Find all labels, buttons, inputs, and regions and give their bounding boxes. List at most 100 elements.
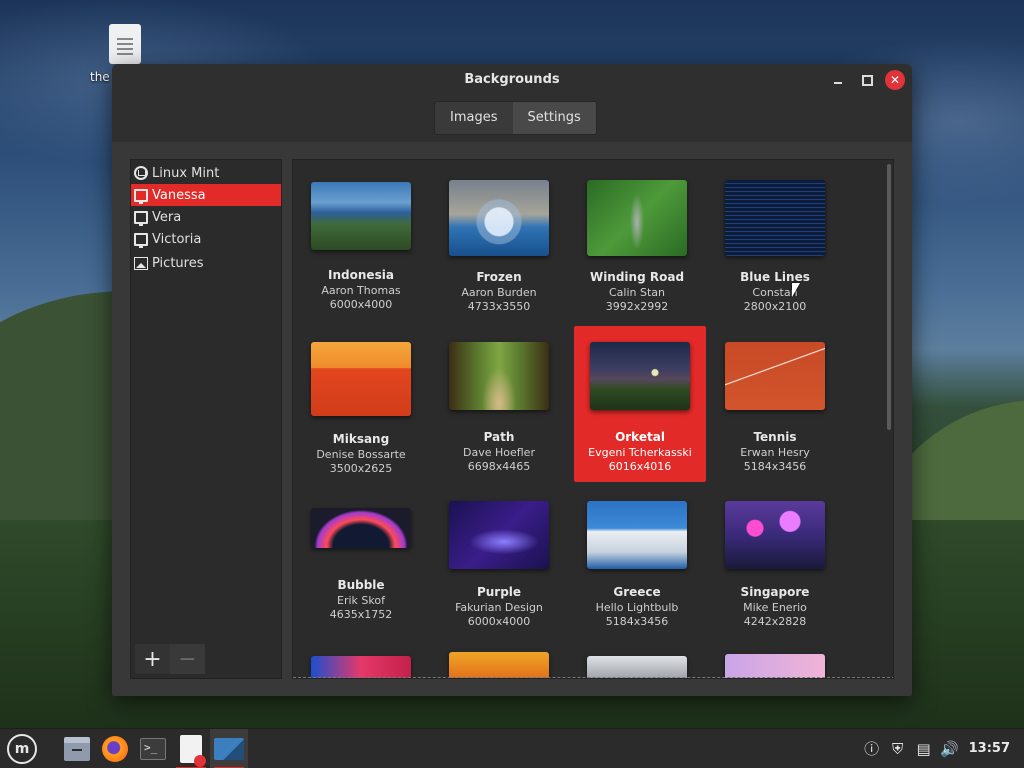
background-thumbnail — [725, 180, 825, 256]
background-author: Mike Enerio — [743, 601, 807, 614]
background-tile-tennis[interactable]: Tennis Erwan Hesry 5184x3456 — [709, 326, 841, 481]
background-tile-bubble[interactable]: Bubble Erik Skof 4635x1752 — [295, 490, 427, 645]
add-folder-button[interactable]: + — [135, 644, 170, 674]
volume-icon[interactable]: 🔊 — [937, 736, 963, 762]
backgrounds-window: Backgrounds ✕ Images Settings Linux Mint… — [112, 64, 912, 696]
sidebar-item-label: Vanessa — [152, 187, 206, 203]
grid-scrollbar[interactable] — [887, 164, 891, 430]
close-button[interactable]: ✕ — [885, 70, 905, 90]
background-dimensions: 2800x2100 — [743, 300, 807, 313]
background-thumbnail — [587, 501, 687, 569]
background-author: Denise Bossarte — [316, 448, 406, 461]
background-tile-purple[interactable]: Purple Fakurian Design 6000x4000 — [433, 490, 565, 645]
background-name: Indonesia — [328, 268, 394, 282]
files-launcher[interactable] — [58, 729, 96, 768]
terminal-launcher[interactable]: >_ — [134, 729, 172, 768]
window-title: Backgrounds — [464, 72, 560, 87]
monitor-icon — [134, 188, 148, 204]
background-dimensions: 5184x3456 — [605, 615, 669, 628]
network-icon[interactable]: ▤ — [911, 736, 937, 762]
pictures-folder-icon — [134, 256, 148, 270]
background-tile-frozen[interactable]: Frozen Aaron Burden 4733x3550 — [433, 160, 565, 315]
sidebar-item-pictures[interactable]: Pictures — [131, 252, 281, 274]
background-thumbnail — [725, 342, 825, 410]
sidebar-item-label: Vera — [152, 209, 182, 225]
background-tile-path[interactable]: Path Dave Hoefler 6698x4465 — [433, 326, 565, 481]
sidebar-item-vanessa[interactable]: Vanessa — [131, 184, 281, 206]
background-tile-miksang[interactable]: Miksang Denise Bossarte 3500x2625 — [295, 326, 427, 481]
background-name: Singapore — [740, 585, 810, 599]
background-author: Erik Skof — [337, 594, 385, 607]
background-name: Orketal — [615, 430, 665, 444]
background-dimensions: 4635x1752 — [329, 608, 393, 621]
background-dimensions: 3992x2992 — [605, 300, 669, 313]
sidebar-item-label: Victoria — [152, 231, 202, 247]
background-dimensions: 4242x2828 — [743, 615, 807, 628]
remove-folder-button[interactable]: − — [170, 644, 205, 674]
background-dimensions: 6000x4000 — [329, 298, 393, 311]
background-dimensions: 5184x3456 — [743, 460, 807, 473]
background-tile-greece[interactable]: Greece Hello Lightbulb 5184x3456 — [571, 490, 703, 645]
background-name: Miksang — [332, 432, 390, 446]
main-menu-button[interactable]: m — [0, 729, 44, 768]
shield-icon[interactable]: ⛨ — [885, 736, 911, 762]
background-name: Greece — [613, 585, 661, 599]
background-author: Aaron Thomas — [321, 284, 401, 297]
background-dimensions: 3500x2625 — [329, 462, 393, 475]
background-thumbnail[interactable] — [725, 654, 825, 678]
tab-images[interactable]: Images — [435, 102, 513, 134]
background-dimensions: 6000x4000 — [467, 615, 531, 628]
background-thumbnail[interactable] — [311, 656, 411, 678]
background-tile-indonesia[interactable]: Indonesia Aaron Thomas 6000x4000 — [295, 160, 427, 315]
background-name: Winding Road — [589, 270, 685, 284]
background-thumbnail[interactable] — [449, 652, 549, 678]
maximize-button[interactable] — [857, 70, 877, 90]
background-author: Constan — [752, 286, 798, 299]
close-icon: ✕ — [889, 73, 901, 87]
background-thumbnail — [311, 508, 411, 548]
sidebar-item-victoria[interactable]: Victoria — [131, 228, 281, 250]
background-name: Bubble — [337, 578, 385, 592]
background-thumbnail — [311, 182, 411, 250]
background-author: Aaron Burden — [461, 286, 537, 299]
background-name: Purple — [476, 585, 522, 599]
taskbar-panel: m >_ ⓘ ⛨ ▤ 🔊 13:57 — [0, 728, 1024, 768]
background-author: Evgeni Tcherkasski — [588, 446, 692, 459]
firefox-icon — [102, 735, 128, 762]
linux-mint-menu-icon: m — [7, 733, 37, 764]
background-dimensions: 6016x4016 — [608, 460, 672, 473]
background-dimensions: 4733x3550 — [467, 300, 531, 313]
background-thumbnail — [449, 180, 549, 256]
background-dimensions: 6698x4465 — [467, 460, 531, 473]
sidebar-item-linux-mint[interactable]: Linux Mint — [131, 162, 281, 184]
backgrounds-window-button[interactable] — [210, 728, 248, 768]
collection-sidebar: Linux Mint Vanessa Vera Victoria Picture… — [130, 159, 282, 679]
text-editor-window-button[interactable] — [172, 729, 210, 768]
view-switcher: Images Settings — [434, 101, 597, 135]
background-tile-winding-road[interactable]: Winding Road Calin Stan 3992x2992 — [571, 160, 703, 315]
sidebar-item-label: Pictures — [152, 255, 204, 271]
sidebar-item-label: Linux Mint — [152, 165, 220, 181]
system-tray: ⓘ ⛨ ▤ 🔊 13:57 — [859, 729, 1024, 768]
clock[interactable]: 13:57 — [969, 741, 1010, 756]
background-thumbnail — [590, 342, 690, 410]
background-tile-blue-lines[interactable]: Blue Lines Constan 2800x2100 — [709, 160, 841, 315]
files-icon — [64, 736, 90, 761]
mouse-cursor-icon — [792, 283, 800, 297]
update-manager-icon[interactable]: ⓘ — [859, 736, 885, 762]
background-thumbnail[interactable] — [587, 656, 687, 678]
sidebar-item-vera[interactable]: Vera — [131, 206, 281, 228]
background-tile-orketal[interactable]: Orketal Evgeni Tcherkasski 6016x4016 — [574, 326, 706, 482]
background-name: Frozen — [476, 270, 522, 284]
firefox-launcher[interactable] — [96, 729, 134, 768]
tab-settings[interactable]: Settings — [512, 102, 596, 134]
background-name: Tennis — [753, 430, 797, 444]
title-bar[interactable]: Backgrounds ✕ Images Settings — [112, 64, 912, 142]
background-thumbnail — [449, 342, 549, 410]
background-author: Fakurian Design — [455, 601, 543, 614]
background-tile-singapore[interactable]: Singapore Mike Enerio 4242x2828 — [709, 490, 841, 645]
document-icon — [109, 24, 141, 64]
background-grid[interactable]: Indonesia Aaron Thomas 6000x4000 Frozen … — [292, 159, 894, 679]
minimize-button[interactable] — [828, 70, 848, 90]
terminal-icon: >_ — [140, 737, 166, 760]
